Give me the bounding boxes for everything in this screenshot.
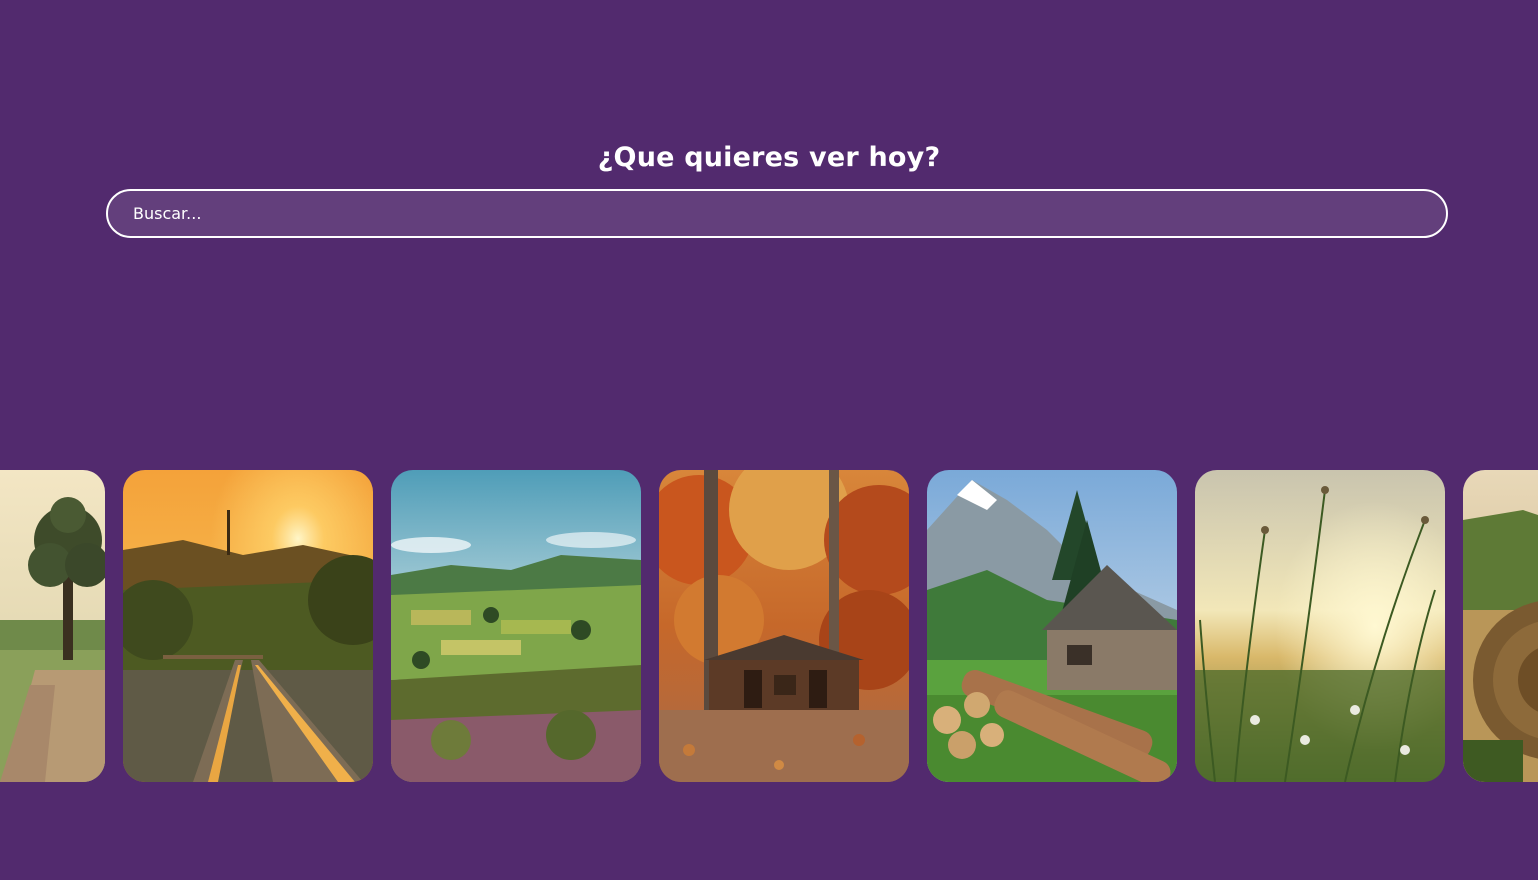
gallery-card-autumn-cabin[interactable] [659,470,909,782]
gallery-card-hay-bale[interactable] [1463,470,1538,782]
page-title: ¿Que quieres ver hoy? [597,142,941,173]
search-input[interactable] [108,191,1446,236]
gallery-card-meadow[interactable] [1195,470,1445,782]
railway-sunset-image [123,470,373,782]
mountain-barn-logs-image [927,470,1177,782]
autumn-cabin-image [659,470,909,782]
tree-dirt-road-image [0,470,105,782]
hay-bale-image [1463,470,1538,782]
gallery-card-mountain-barn[interactable] [927,470,1177,782]
meadow-grass-sunset-image [1195,470,1445,782]
search-bar[interactable] [106,189,1448,238]
image-carousel[interactable] [0,470,1538,782]
page: ¿Que quieres ver hoy? [0,0,1538,880]
gallery-card-tree-road[interactable] [0,470,105,782]
green-valley-image [391,470,641,782]
gallery-card-valley[interactable] [391,470,641,782]
gallery-card-railway[interactable] [123,470,373,782]
